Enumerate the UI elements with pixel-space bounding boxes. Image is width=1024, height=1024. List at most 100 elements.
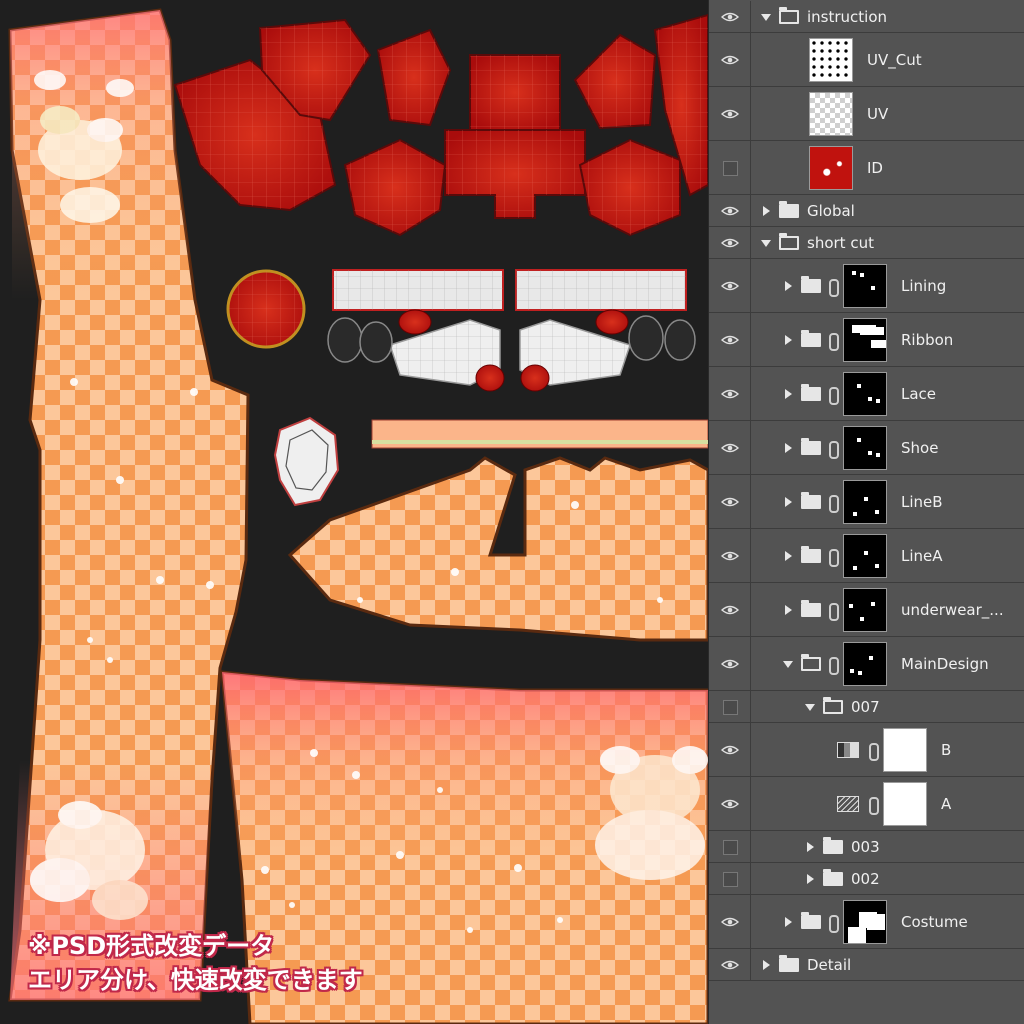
layer-thumbnail[interactable] (809, 37, 853, 82)
visibility-toggle[interactable] (709, 777, 751, 830)
link-icon[interactable] (829, 548, 839, 567)
levels-icon[interactable] (837, 741, 859, 758)
chevron-down-icon[interactable] (761, 239, 771, 247)
link-icon[interactable] (829, 494, 839, 513)
caption-line-1: ※PSD形式改変データ (28, 932, 275, 960)
layer-name: LineB (901, 492, 943, 511)
folder-icon (801, 383, 821, 401)
layers-panel[interactable]: instruction UV_Cut UV ID Global short cut Lini… (708, 0, 1024, 1024)
layer-row-maindesign[interactable]: MainDesign (709, 637, 1024, 691)
layer-row-linea[interactable]: LineA (709, 529, 1024, 583)
layer-row-ribbon[interactable]: Ribbon (709, 313, 1024, 367)
layer-row-lineb[interactable]: LineB (709, 475, 1024, 529)
layer-row-a[interactable]: A (709, 777, 1024, 831)
link-icon[interactable] (829, 602, 839, 621)
layer-row-underwear[interactable]: underwear_... (709, 583, 1024, 637)
link-icon[interactable] (829, 386, 839, 405)
visibility-toggle[interactable] (709, 691, 751, 722)
visibility-toggle[interactable] (709, 367, 751, 420)
visibility-toggle[interactable] (709, 529, 751, 582)
layer-name: UV_Cut (867, 50, 922, 69)
layer-name: 002 (851, 869, 880, 888)
visibility-toggle[interactable] (709, 141, 751, 194)
visibility-toggle[interactable] (709, 863, 751, 894)
link-icon[interactable] (829, 332, 839, 351)
chevron-down-icon[interactable] (761, 13, 771, 21)
chevron-right-icon[interactable] (785, 604, 792, 615)
layer-row-shoe[interactable]: Shoe (709, 421, 1024, 475)
layer-row-costume[interactable]: Costume (709, 895, 1024, 949)
layer-name: UV (867, 104, 889, 123)
layer-name: A (941, 794, 952, 813)
curves-icon[interactable] (837, 795, 859, 812)
visibility-toggle[interactable] (709, 831, 751, 862)
mask-thumbnail[interactable] (843, 641, 887, 686)
link-icon[interactable] (829, 914, 839, 933)
chevron-right-icon[interactable] (785, 496, 792, 507)
layer-row-lining[interactable]: Lining (709, 259, 1024, 313)
link-icon[interactable] (869, 742, 879, 761)
visibility-toggle[interactable] (709, 583, 751, 636)
layer-row-007[interactable]: 007 (709, 691, 1024, 723)
link-icon[interactable] (829, 656, 839, 675)
layer-name: Global (807, 201, 855, 220)
layer-row-002[interactable]: 002 (709, 863, 1024, 895)
layer-row-short-cut[interactable]: short cut (709, 227, 1024, 259)
layer-row-003[interactable]: 003 (709, 831, 1024, 863)
visibility-toggle[interactable] (709, 475, 751, 528)
visibility-toggle[interactable] (709, 33, 751, 86)
texture-canvas[interactable]: ※PSD形式改変データ エリア分け、快速改変できます (0, 0, 708, 1024)
chevron-right-icon[interactable] (785, 442, 792, 453)
chevron-right-icon[interactable] (785, 280, 792, 291)
visibility-toggle[interactable] (709, 723, 751, 776)
link-icon[interactable] (869, 796, 879, 815)
link-icon[interactable] (829, 278, 839, 297)
layer-name: short cut (807, 233, 874, 252)
chevron-right-icon[interactable] (785, 334, 792, 345)
chevron-right-icon[interactable] (807, 841, 814, 852)
layer-row-lace[interactable]: Lace (709, 367, 1024, 421)
chevron-right-icon[interactable] (785, 550, 792, 561)
layer-row-uv[interactable]: UV (709, 87, 1024, 141)
visibility-toggle[interactable] (709, 949, 751, 980)
visibility-toggle[interactable] (709, 421, 751, 474)
layer-row-uv-cut[interactable]: UV_Cut (709, 33, 1024, 87)
layer-row-detail[interactable]: Detail (709, 949, 1024, 981)
chevron-down-icon[interactable] (783, 660, 793, 668)
chevron-right-icon[interactable] (785, 388, 792, 399)
mask-thumbnail[interactable] (843, 587, 887, 632)
eye-icon (721, 12, 739, 21)
mask-thumbnail[interactable] (843, 263, 887, 308)
visibility-toggle[interactable] (709, 895, 751, 948)
visibility-toggle[interactable] (709, 259, 751, 312)
visibility-toggle[interactable] (709, 227, 751, 258)
layer-row-instruction[interactable]: instruction (709, 1, 1024, 33)
visibility-toggle[interactable] (709, 313, 751, 366)
mask-thumbnail[interactable] (883, 781, 927, 826)
mask-thumbnail[interactable] (843, 533, 887, 578)
layer-row-b[interactable]: B (709, 723, 1024, 777)
layer-row-global[interactable]: Global (709, 195, 1024, 227)
chevron-right-icon[interactable] (763, 205, 770, 216)
folder-icon (779, 200, 799, 218)
visibility-toggle[interactable] (709, 87, 751, 140)
mask-thumbnail[interactable] (843, 899, 887, 944)
layer-name: 007 (851, 697, 880, 716)
chevron-down-icon[interactable] (805, 703, 815, 711)
visibility-toggle[interactable] (709, 637, 751, 690)
visibility-toggle[interactable] (709, 1, 751, 32)
layer-row-id[interactable]: ID (709, 141, 1024, 195)
layer-thumbnail[interactable] (809, 91, 853, 136)
visibility-toggle[interactable] (709, 195, 751, 226)
chevron-right-icon[interactable] (785, 916, 792, 927)
eye-icon (721, 960, 739, 969)
layer-thumbnail[interactable] (809, 145, 853, 190)
mask-thumbnail[interactable] (843, 317, 887, 362)
mask-thumbnail[interactable] (843, 425, 887, 470)
mask-thumbnail[interactable] (843, 479, 887, 524)
mask-thumbnail[interactable] (843, 371, 887, 416)
mask-thumbnail[interactable] (883, 727, 927, 772)
link-icon[interactable] (829, 440, 839, 459)
chevron-right-icon[interactable] (763, 959, 770, 970)
chevron-right-icon[interactable] (807, 873, 814, 884)
